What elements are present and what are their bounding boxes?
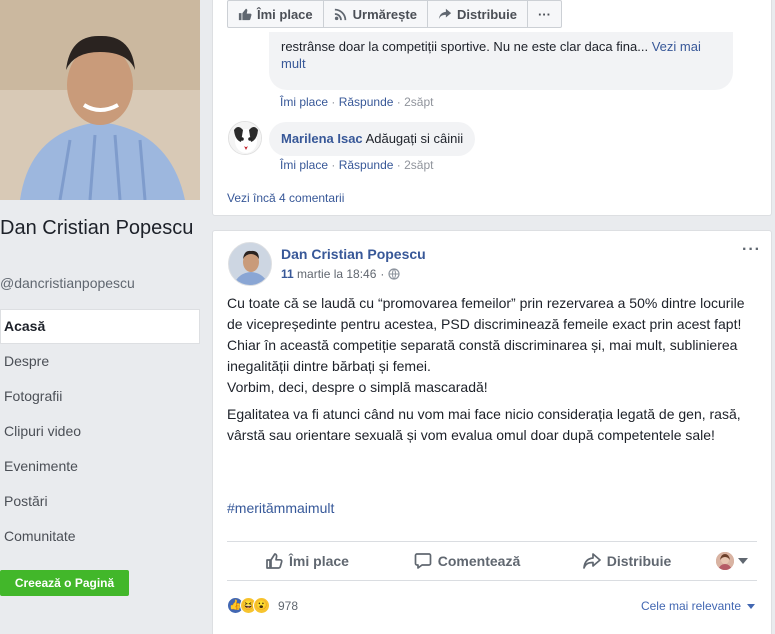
- comment-meta: Îmi place · Răspunde · 2săpt: [280, 158, 434, 172]
- post-paragraph: Cu toate că se laudă cu “promovarea feme…: [227, 295, 745, 332]
- wow-reaction-icon: 😮: [253, 597, 270, 614]
- commenter-avatar[interactable]: [228, 121, 262, 155]
- post-timestamp[interactable]: 11 martie la 18:46: [281, 267, 376, 281]
- comment-reply-link[interactable]: Răspunde: [339, 95, 394, 109]
- separator-dot: ·: [380, 267, 385, 281]
- share-page-label: Distribuie: [456, 6, 517, 22]
- like-page-label: Îmi place: [257, 6, 313, 22]
- nav-item-events[interactable]: Evenimente: [0, 449, 200, 484]
- post-author-name[interactable]: Dan Cristian Popescu: [281, 246, 426, 262]
- view-more-comments-link[interactable]: Vezi încă 4 comentarii: [227, 191, 344, 205]
- more-options-button[interactable]: ···: [528, 1, 561, 27]
- follow-page-label: Urmărește: [352, 6, 417, 22]
- commenter-name[interactable]: Marilena Isac: [281, 131, 363, 146]
- comment-bubble: Marilena Isac Adăugați si câinii: [269, 122, 476, 156]
- post-date-day: 11: [281, 267, 294, 281]
- nav-item-home[interactable]: Acasă: [0, 309, 200, 344]
- page-handle: @dancristianpopescu: [0, 275, 135, 291]
- current-user-avatar: [716, 552, 734, 570]
- comment-meta: Îmi place · Răspunde · 2săpt: [280, 95, 434, 109]
- reaction-icons: 👍 😆 😮: [227, 597, 270, 614]
- share-arrow-icon: [438, 8, 452, 20]
- comment-time[interactable]: 2săpt: [404, 158, 433, 172]
- page-nav: Acasă Despre Fotografii Clipuri video Ev…: [0, 309, 200, 554]
- comment-sort-dropdown[interactable]: Cele mai relevante: [641, 599, 755, 613]
- post-options-icon[interactable]: ···: [742, 241, 761, 259]
- share-page-button[interactable]: Distribuie: [428, 1, 528, 27]
- comment-label: Comentează: [437, 553, 521, 569]
- post-card: Dan Cristian Popescu 11 martie la 18:46 …: [212, 230, 772, 634]
- nav-item-photos[interactable]: Fotografii: [0, 379, 200, 414]
- nav-item-posts[interactable]: Postări: [0, 484, 200, 519]
- post-paragraph: Egalitatea va fi atunci când nu vom mai …: [227, 406, 741, 443]
- hashtag-link[interactable]: #meritămmaimult: [227, 500, 334, 516]
- comment-button[interactable]: Comentează: [387, 552, 547, 570]
- comment-like-link[interactable]: Îmi place: [280, 95, 328, 109]
- share-arrow-icon: [582, 553, 601, 569]
- previous-post-card: Îmi place Urmărește Distribuie ··· restr…: [212, 0, 772, 216]
- comment-bubble-icon: [414, 553, 432, 569]
- share-button[interactable]: Distribuie: [547, 552, 707, 570]
- post-paragraph: Chiar în această competiție separată con…: [227, 337, 738, 374]
- author-avatar[interactable]: [228, 242, 272, 286]
- like-page-button[interactable]: Îmi place: [228, 1, 324, 27]
- share-label: Distribuie: [606, 553, 672, 569]
- comment-text: Adăugați si câinii: [365, 131, 464, 146]
- comment-bubble: restrânse doar la competiții sportive. N…: [269, 32, 733, 90]
- comment-text: restrânse doar la competiții sportive. N…: [281, 39, 649, 54]
- thumbs-up-icon: [238, 8, 252, 21]
- page-sidebar: Dan Cristian Popescu @dancristianpopescu…: [0, 0, 210, 634]
- post-action-bar: Îmi place Comentează Distribuie: [227, 541, 757, 581]
- comment-time[interactable]: 2săpt: [404, 95, 433, 109]
- comment-like-link[interactable]: Îmi place: [280, 158, 328, 172]
- post-text: Cu toate că se laudă cu “promovarea feme…: [227, 293, 757, 446]
- post-paragraph: Vorbim, deci, despre o simplă mascaradă!: [227, 379, 488, 395]
- rss-icon: [334, 8, 346, 21]
- reactions-summary[interactable]: 👍 😆 😮 978: [227, 597, 298, 614]
- comment-reply-link[interactable]: Răspunde: [339, 158, 394, 172]
- create-page-button[interactable]: Creează o Pagină: [0, 570, 129, 596]
- like-label: Îmi place: [289, 553, 349, 569]
- post-as-selector[interactable]: [707, 552, 757, 570]
- post-meta: 11 martie la 18:46 ·: [281, 267, 401, 281]
- post-date-rest: martie la 18:46: [297, 267, 377, 281]
- profile-picture[interactable]: [0, 0, 200, 200]
- like-button[interactable]: Îmi place: [227, 552, 387, 570]
- sort-label: Cele mai relevante: [640, 599, 741, 613]
- nav-item-about[interactable]: Despre: [0, 344, 200, 379]
- globe-icon[interactable]: [388, 268, 401, 280]
- page-name[interactable]: Dan Cristian Popescu: [0, 216, 200, 241]
- page-actions-bar: Îmi place Urmărește Distribuie ···: [227, 0, 562, 28]
- nav-item-videos[interactable]: Clipuri video: [0, 414, 200, 449]
- reaction-count: 978: [278, 598, 299, 613]
- thumbs-up-icon: [266, 553, 283, 569]
- follow-page-button[interactable]: Urmărește: [324, 1, 428, 27]
- chevron-down-icon: [747, 603, 755, 609]
- chevron-down-icon: [738, 558, 748, 564]
- nav-item-community[interactable]: Comunitate: [0, 519, 200, 554]
